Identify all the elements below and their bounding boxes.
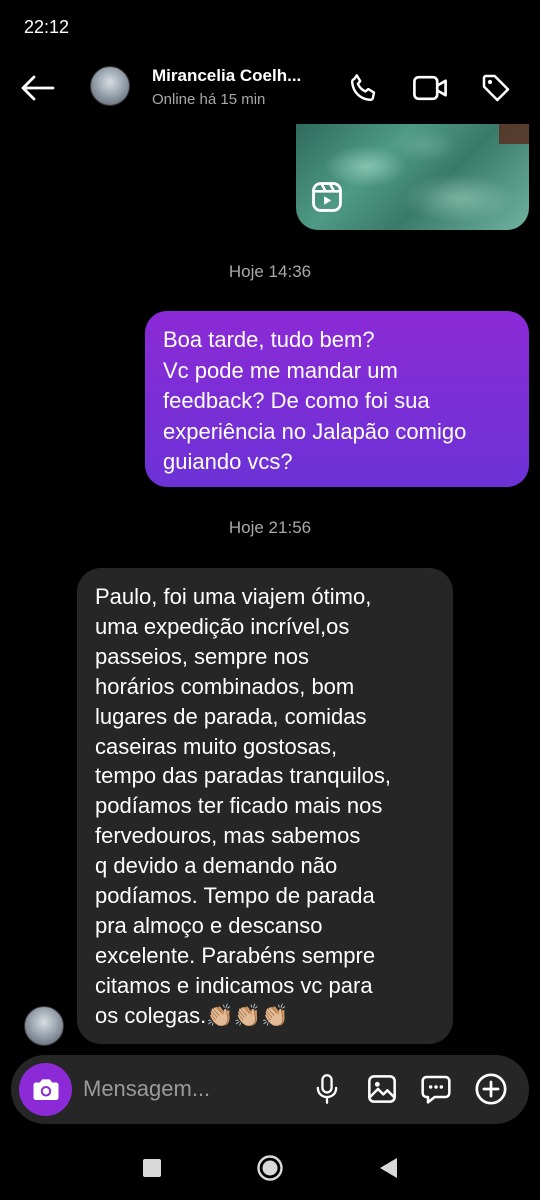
back-arrow-icon	[21, 75, 55, 101]
shared-reel-preview[interactable]	[296, 124, 529, 230]
system-back-button[interactable]	[370, 1150, 406, 1186]
video-call-button[interactable]	[410, 68, 450, 108]
message-timestamp: Hoje 14:36	[228, 262, 312, 281]
more-button[interactable]	[473, 1071, 509, 1107]
outgoing-message[interactable]: Boa tarde, tudo bem? Vc pode me mandar u…	[145, 311, 529, 487]
message-timestamp: Hoje 21:56	[228, 518, 312, 537]
chat-header: Mirancelia Coelh... Online há 15 min	[0, 56, 540, 120]
voice-message-button[interactable]	[309, 1071, 345, 1107]
reels-icon	[312, 182, 342, 212]
sticker-button[interactable]	[418, 1071, 454, 1107]
phone-icon	[350, 74, 376, 102]
contact-avatar[interactable]	[90, 66, 130, 106]
tag-icon	[482, 74, 510, 102]
sticker-icon	[421, 1075, 451, 1104]
tag-button[interactable]	[476, 68, 516, 108]
sender-avatar[interactable]	[24, 1006, 64, 1046]
microphone-icon	[316, 1074, 338, 1104]
system-navigation-bar	[0, 1136, 540, 1200]
call-button[interactable]	[344, 68, 384, 108]
home-icon	[257, 1155, 283, 1181]
incoming-message[interactable]: Paulo, foi uma viajem ótimo, uma expediç…	[77, 568, 453, 1044]
contact-name[interactable]: Mirancelia Coelh...	[152, 66, 322, 86]
message-composer	[11, 1055, 529, 1124]
gallery-button[interactable]	[364, 1071, 400, 1107]
camera-icon	[33, 1078, 58, 1100]
message-input[interactable]	[83, 1069, 293, 1109]
recent-apps-icon	[143, 1159, 161, 1177]
chat-screen: 22:12 Mirancelia Coelh... Online há 15 m…	[0, 0, 540, 1200]
plus-icon	[475, 1073, 507, 1105]
contact-presence: Online há 15 min	[152, 91, 266, 108]
status-time: 22:12	[24, 17, 70, 37]
back-button[interactable]	[18, 68, 58, 108]
camera-button[interactable]	[19, 1063, 72, 1116]
video-camera-icon	[413, 75, 447, 101]
recent-apps-button[interactable]	[134, 1150, 170, 1186]
back-icon	[380, 1158, 397, 1178]
gallery-icon	[368, 1075, 396, 1103]
home-button[interactable]	[252, 1150, 288, 1186]
